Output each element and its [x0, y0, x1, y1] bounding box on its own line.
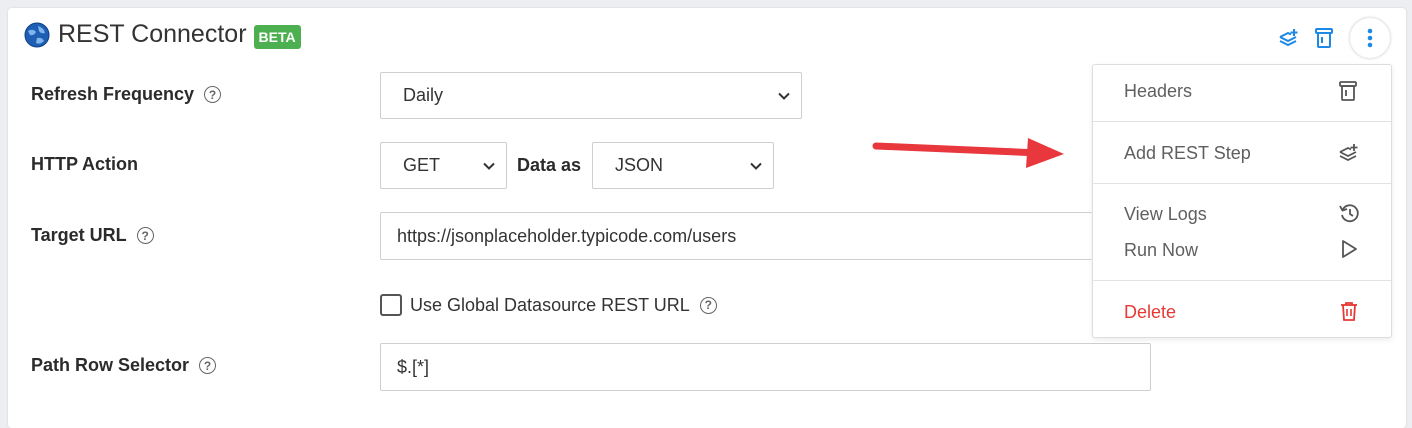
beta-badge: BETA	[253, 24, 301, 49]
chevron-down-icon	[483, 162, 495, 170]
headers-icon	[1339, 81, 1357, 101]
chevron-down-icon	[778, 92, 790, 100]
help-icon[interactable]: ?	[204, 86, 222, 103]
refresh-frequency-select[interactable]: Daily	[380, 72, 802, 119]
card-header: REST Connector BETA	[24, 20, 301, 49]
menu-item-view-logs[interactable]: View Logs	[1124, 204, 1207, 225]
menu-divider	[1093, 121, 1391, 122]
http-action-label: HTTP Action	[31, 154, 138, 174]
menu-divider	[1093, 183, 1391, 184]
menu-item-add-rest-step[interactable]: Add REST Step	[1124, 143, 1251, 164]
history-icon	[1339, 204, 1359, 223]
add-rest-step-icon[interactable]	[1278, 27, 1300, 49]
globe-icon	[24, 22, 50, 47]
play-icon	[1342, 240, 1357, 258]
options-menu: Headers Add REST Step View Logs Run Now …	[1092, 64, 1392, 338]
trash-icon	[1341, 302, 1357, 321]
path-row-selector-label: Path Row Selector ?	[31, 355, 217, 376]
menu-item-run-now[interactable]: Run Now	[1124, 240, 1198, 261]
connector-title: REST Connector	[58, 20, 247, 48]
target-url-label: Target URL ?	[31, 225, 154, 246]
menu-item-headers[interactable]: Headers	[1124, 81, 1192, 102]
data-as-select[interactable]: JSON	[592, 142, 774, 189]
help-icon[interactable]: ?	[136, 227, 154, 244]
refresh-frequency-label: Refresh Frequency ?	[31, 84, 222, 105]
menu-item-delete[interactable]: Delete	[1124, 302, 1176, 323]
kebab-icon	[1367, 28, 1373, 48]
global-url-checkbox[interactable]	[380, 294, 402, 316]
data-as-label: Data as	[517, 155, 582, 175]
global-url-checkbox-label: Use Global Datasource REST URL	[410, 294, 690, 315]
path-row-selector-input[interactable]: $.[*]	[380, 343, 1151, 391]
global-url-checkbox-row[interactable]: Use Global Datasource REST URL ?	[380, 294, 717, 316]
target-url-input[interactable]: https://jsonplaceholder.typicode.com/use…	[380, 212, 1092, 260]
help-icon[interactable]: ?	[699, 296, 717, 314]
chevron-down-icon	[750, 162, 762, 170]
menu-divider	[1093, 280, 1391, 281]
headers-icon[interactable]	[1314, 27, 1334, 49]
http-action-select[interactable]: GET	[380, 142, 507, 189]
annotation-arrow-icon	[872, 138, 1064, 168]
help-icon[interactable]: ?	[199, 357, 217, 374]
add-step-icon	[1339, 144, 1358, 162]
more-options-button[interactable]	[1350, 18, 1390, 58]
